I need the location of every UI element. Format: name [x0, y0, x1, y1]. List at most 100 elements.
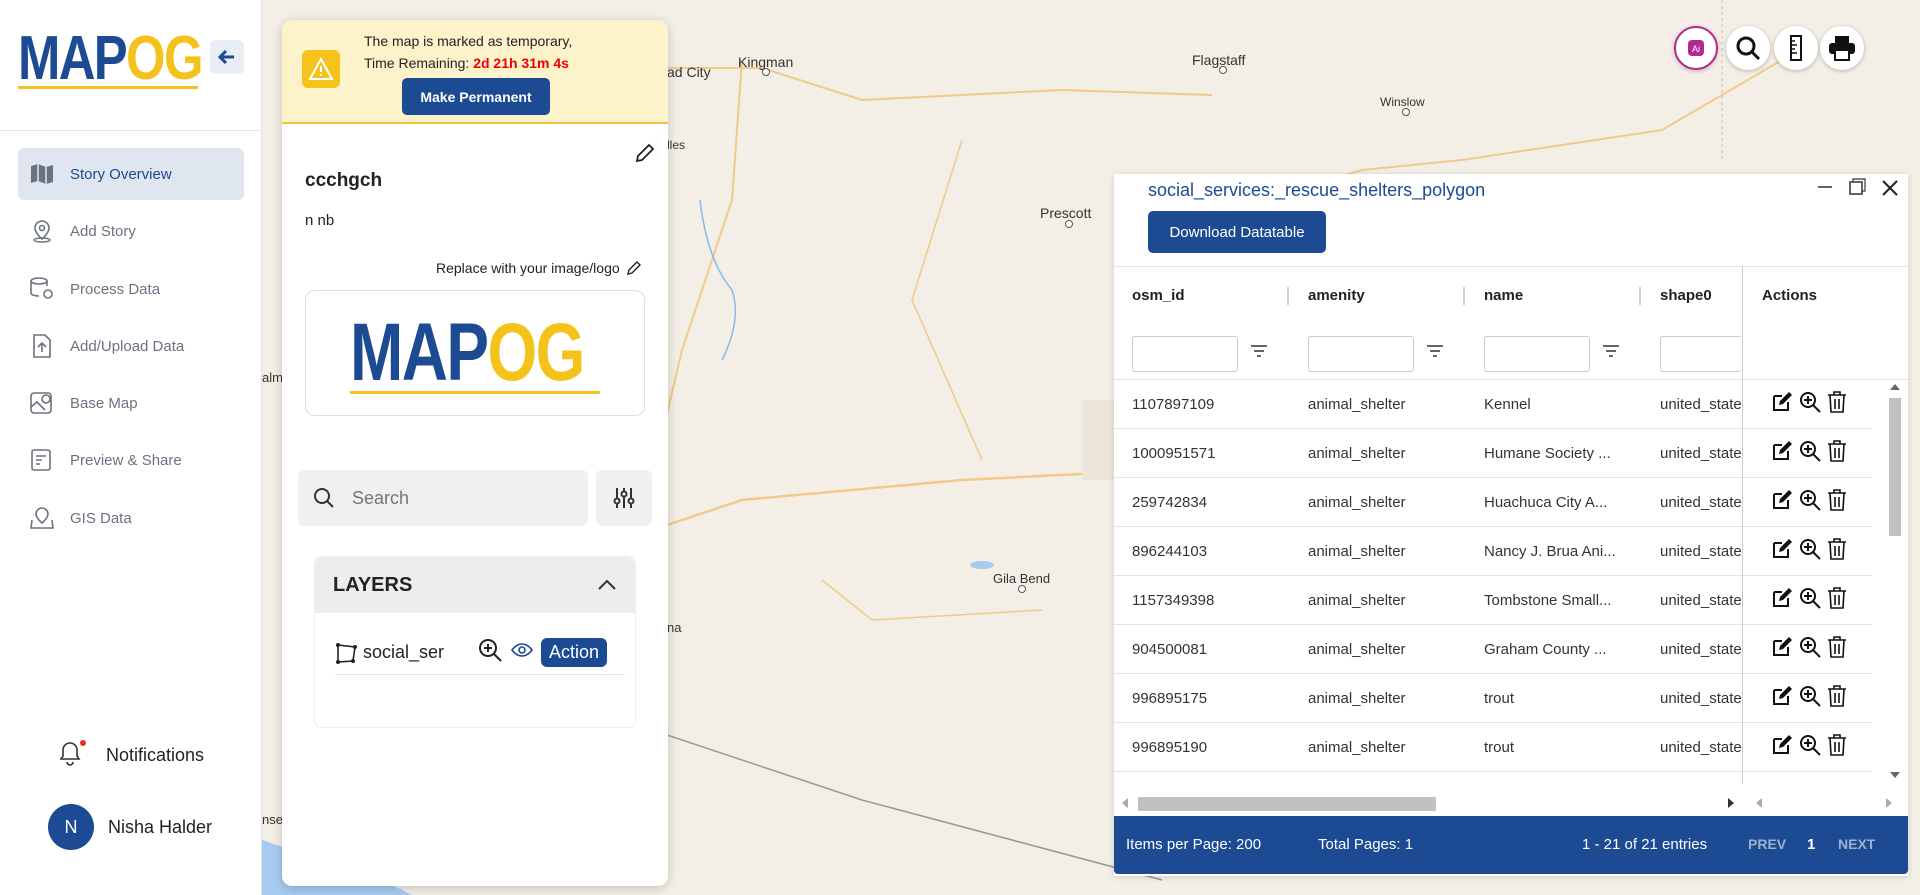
collapse-sidebar-button[interactable]: [210, 40, 244, 74]
cell-name: Graham County ...: [1484, 641, 1607, 658]
zoom-row-button[interactable]: [1798, 635, 1822, 663]
amenity-filter-input[interactable]: [1308, 336, 1414, 372]
layers-header[interactable]: LAYERS: [315, 557, 635, 613]
sidebar-item-preview-share[interactable]: Preview & Share: [18, 434, 244, 486]
delete-row-button[interactable]: [1826, 439, 1848, 467]
delete-row-button[interactable]: [1826, 586, 1848, 614]
edit-row-button[interactable]: [1770, 586, 1794, 614]
maximize-icon[interactable]: [1848, 178, 1866, 196]
sidebar-item-story-overview[interactable]: Story Overview: [18, 148, 244, 200]
delete-row-button[interactable]: [1826, 684, 1848, 712]
filter-icon[interactable]: [1426, 344, 1444, 358]
zoom-row-button[interactable]: [1798, 537, 1822, 565]
edit-row-button[interactable]: [1770, 488, 1794, 516]
next-page-button[interactable]: NEXT: [1838, 836, 1875, 852]
column-header-osm-id[interactable]: osm_id: [1132, 267, 1185, 323]
prev-page-button[interactable]: PREV: [1748, 836, 1786, 852]
edit-row-button[interactable]: [1770, 684, 1794, 712]
layer-search[interactable]: [298, 470, 588, 526]
delete-row-button[interactable]: [1826, 733, 1848, 761]
map-icon: [28, 160, 56, 188]
column-separator[interactable]: [1639, 287, 1641, 305]
vertical-scroll-thumb[interactable]: [1889, 398, 1901, 536]
horizontal-scroll-thumb[interactable]: [1138, 797, 1436, 811]
avatar: N: [48, 804, 94, 850]
zoom-row-button[interactable]: [1798, 488, 1822, 516]
ai-assistant-button[interactable]: Ai: [1674, 26, 1718, 70]
print-button[interactable]: [1820, 26, 1864, 70]
scroll-right-icon[interactable]: [1726, 797, 1736, 809]
minimize-icon[interactable]: [1816, 178, 1834, 196]
zoom-row-button[interactable]: [1798, 439, 1822, 467]
map-label-partial: alm: [262, 370, 283, 385]
scroll-up-icon[interactable]: [1889, 382, 1901, 392]
zoom-in-icon: [1800, 490, 1821, 511]
filter-settings-button[interactable]: [596, 470, 652, 526]
items-per-page[interactable]: Items per Page: 200: [1126, 836, 1261, 853]
column-header-amenity[interactable]: amenity: [1308, 267, 1365, 323]
delete-row-button[interactable]: [1826, 537, 1848, 565]
delete-row-button[interactable]: [1826, 390, 1848, 418]
sidebar-item-base-map[interactable]: Base Map: [18, 377, 244, 429]
filter-icon[interactable]: [1250, 344, 1268, 358]
story-logo[interactable]: MAPOG: [305, 290, 645, 416]
current-page[interactable]: 1: [1807, 836, 1815, 853]
cell-shape0: united_state: [1660, 396, 1742, 413]
zoom-row-button[interactable]: [1798, 733, 1822, 761]
horizontal-scrollbar[interactable]: [1114, 794, 1892, 812]
map-label-flagstaff: Flagstaff: [1192, 52, 1246, 68]
toggle-visibility-button[interactable]: [511, 642, 533, 663]
zoom-row-button[interactable]: [1798, 390, 1822, 418]
sidebar-item-add-story[interactable]: Add Story: [18, 205, 244, 257]
edit-row-button[interactable]: [1770, 439, 1794, 467]
edit-row-button[interactable]: [1770, 733, 1794, 761]
notifications-button[interactable]: Notifications: [58, 740, 204, 771]
filter-icon[interactable]: [1602, 344, 1620, 358]
search-input[interactable]: [352, 487, 552, 509]
zoom-to-layer-button[interactable]: [477, 637, 503, 668]
column-header-shape0[interactable]: shape0: [1660, 267, 1712, 323]
sidebar-item-add-upload-data[interactable]: Add/Upload Data: [18, 320, 244, 372]
download-datatable-button[interactable]: Download Datatable: [1148, 211, 1326, 253]
make-permanent-button[interactable]: Make Permanent: [402, 78, 550, 115]
cell-name: Tombstone Small...: [1484, 592, 1612, 609]
table-row[interactable]: 996895190 animal_shelter trout united_state: [1114, 723, 1872, 772]
vertical-scrollbar[interactable]: [1886, 380, 1902, 784]
table-row[interactable]: 904500081 animal_shelter Graham County ...…: [1114, 625, 1872, 674]
edit-row-button[interactable]: [1770, 537, 1794, 565]
table-row[interactable]: 1000951571 animal_shelter Humane Society .…: [1114, 429, 1872, 478]
name-filter-input[interactable]: [1484, 336, 1590, 372]
replace-logo-button[interactable]: Replace with your image/logo: [436, 260, 642, 276]
column-separator[interactable]: [1463, 287, 1465, 305]
shape0-filter-input[interactable]: [1660, 336, 1742, 372]
layer-item[interactable]: social_ser Action: [335, 631, 625, 675]
table-row[interactable]: 896244103 animal_shelter Nancy J. Brua Ani…: [1114, 527, 1872, 576]
osm-id-filter-input[interactable]: [1132, 336, 1238, 372]
scroll-right-icon[interactable]: [1884, 797, 1894, 809]
scroll-left-icon[interactable]: [1120, 797, 1130, 809]
delete-row-button[interactable]: [1826, 488, 1848, 516]
delete-row-button[interactable]: [1826, 635, 1848, 663]
table-row[interactable]: 996895175 animal_shelter trout united_state: [1114, 674, 1872, 723]
close-icon[interactable]: [1880, 178, 1900, 198]
sidebar-item-gis-data[interactable]: GIS Data: [18, 492, 244, 544]
table-row[interactable]: 1107897109 animal_shelter Kennel united_sta…: [1114, 380, 1872, 429]
map-label-winslow: Winslow: [1380, 95, 1425, 109]
zoom-row-button[interactable]: [1798, 684, 1822, 712]
layer-action-button[interactable]: Action: [541, 638, 608, 667]
column-header-name[interactable]: name: [1484, 267, 1523, 323]
table-row[interactable]: 259742834 animal_shelter Huachuca City A..…: [1114, 478, 1872, 527]
sidebar-item-process-data[interactable]: Process Data: [18, 263, 244, 315]
map-search-button[interactable]: [1726, 26, 1770, 70]
table-row[interactable]: 1157349398 animal_shelter Tombstone Small.…: [1114, 576, 1872, 625]
edit-row-button[interactable]: [1770, 635, 1794, 663]
user-profile[interactable]: N Nisha Halder: [48, 804, 212, 850]
edit-row-button[interactable]: [1770, 390, 1794, 418]
scroll-down-icon[interactable]: [1889, 770, 1901, 780]
zoom-row-button[interactable]: [1798, 586, 1822, 614]
scroll-left-icon[interactable]: [1754, 797, 1764, 809]
measure-button[interactable]: [1774, 26, 1818, 70]
edit-story-button[interactable]: [634, 142, 656, 169]
trash-icon: [1828, 685, 1846, 707]
column-separator[interactable]: [1287, 287, 1289, 305]
